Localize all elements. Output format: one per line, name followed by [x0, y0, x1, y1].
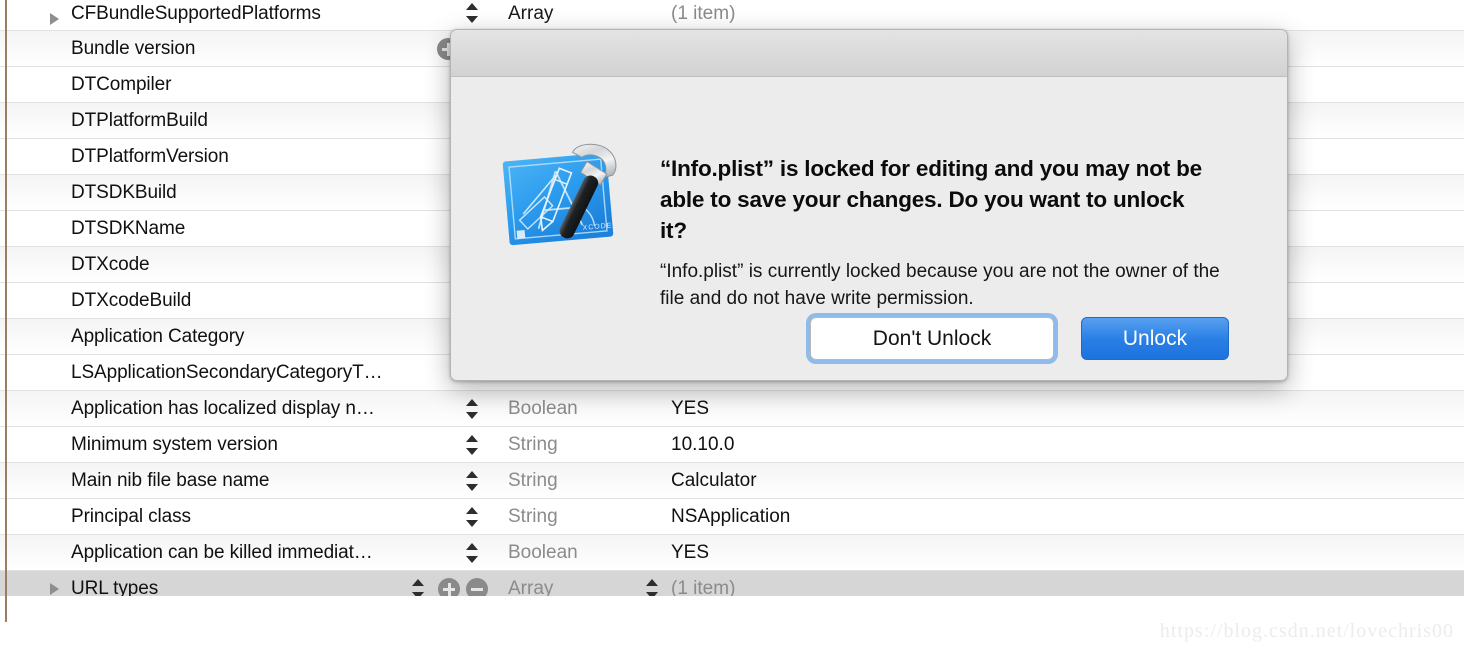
- row-type-label[interactable]: String: [508, 434, 558, 456]
- row-type-label[interactable]: String: [508, 506, 558, 528]
- row-stepper-icon[interactable]: [465, 540, 481, 566]
- row-key-label: DTXcode: [71, 253, 150, 275]
- table-left-edge-rule-lower: [5, 596, 7, 622]
- row-stepper-icon[interactable]: [465, 0, 481, 26]
- row-key-label: LSApplicationSecondaryCategoryT…: [71, 361, 383, 383]
- row-value-label[interactable]: 10.10.0: [671, 434, 734, 456]
- row-type-label[interactable]: Boolean: [508, 398, 578, 420]
- row-key-label: Minimum system version: [71, 433, 278, 455]
- table-row[interactable]: CFBundleSupportedPlatforms Array (1 item): [0, 0, 1464, 31]
- row-value-label[interactable]: YES: [671, 398, 709, 420]
- disclosure-triangle-icon[interactable]: [50, 13, 59, 25]
- row-type-label[interactable]: Array: [508, 578, 553, 597]
- row-stepper-icon[interactable]: [465, 468, 481, 494]
- row-type-label[interactable]: Array: [508, 3, 553, 25]
- row-value-stepper-icon[interactable]: [645, 576, 661, 596]
- row-stepper-icon[interactable]: [465, 396, 481, 422]
- row-key-label: DTPlatformBuild: [71, 109, 208, 131]
- table-row[interactable]: Application has localized display n… Bool…: [0, 391, 1464, 427]
- row-key-label: DTCompiler: [71, 73, 172, 95]
- table-row[interactable]: Minimum system version String 10.10.0: [0, 427, 1464, 463]
- row-key-label: CFBundleSupportedPlatforms: [71, 3, 321, 24]
- row-key-label: Bundle version: [71, 37, 196, 59]
- row-key-label: Main nib file base name: [71, 469, 270, 491]
- row-key-label: DTSDKBuild: [71, 181, 177, 203]
- row-key-label: DTXcodeBuild: [71, 289, 192, 311]
- unlock-dialog: XCODE “Info.plist” is locked for editing…: [450, 29, 1288, 381]
- table-left-edge-rule: [5, 0, 7, 596]
- xcode-app-icon: XCODE: [496, 133, 630, 255]
- table-row[interactable]: Principal class String NSApplication: [0, 499, 1464, 535]
- dont-unlock-button[interactable]: Don't Unlock: [810, 317, 1054, 360]
- row-type-label[interactable]: String: [508, 470, 558, 492]
- row-value-label[interactable]: NSApplication: [671, 506, 790, 528]
- row-type-label[interactable]: Boolean: [508, 542, 578, 564]
- remove-row-icon[interactable]: [466, 577, 488, 596]
- dialog-message: “Info.plist” is currently locked because…: [660, 261, 1220, 309]
- dialog-titlebar[interactable]: [451, 30, 1287, 77]
- row-value-label[interactable]: (1 item): [671, 3, 735, 25]
- table-row[interactable]: Application can be killed immediat… Boole…: [0, 535, 1464, 571]
- row-stepper-icon[interactable]: [411, 576, 427, 596]
- row-stepper-icon[interactable]: [465, 432, 481, 458]
- row-stepper-icon[interactable]: [465, 504, 481, 530]
- row-key-label: Principal class: [71, 505, 191, 527]
- row-value-label[interactable]: (1 item): [671, 578, 735, 597]
- row-key-label: Application has localized display n…: [71, 397, 375, 419]
- row-key-label: Application Category: [71, 325, 245, 347]
- app-window: CFBundleSupportedPlatforms Array (1 item) B…: [0, 0, 1464, 656]
- table-row[interactable]: URL types Array (1 item): [0, 571, 1464, 596]
- row-key-label: Application can be killed immediat…: [71, 541, 373, 563]
- row-value-label[interactable]: YES: [671, 542, 709, 564]
- disclosure-triangle-icon[interactable]: [50, 582, 59, 595]
- row-value-label[interactable]: Calculator: [671, 470, 757, 492]
- unlock-button[interactable]: Unlock: [1081, 317, 1229, 360]
- row-key-label: DTSDKName: [71, 217, 186, 239]
- watermark-text: https://blog.csdn.net/lovechris00: [1159, 620, 1454, 642]
- add-row-icon[interactable]: [438, 577, 460, 596]
- table-row[interactable]: Main nib file base name String Calculator: [0, 463, 1464, 499]
- dialog-button-row: Don't Unlock Unlock: [451, 317, 1287, 371]
- row-key-label: DTPlatformVersion: [71, 145, 229, 167]
- row-key-label: URL types: [71, 577, 159, 597]
- dialog-title: “Info.plist” is locked for editing and y…: [660, 156, 1202, 243]
- dialog-body: XCODE “Info.plist” is locked for editing…: [451, 77, 1287, 380]
